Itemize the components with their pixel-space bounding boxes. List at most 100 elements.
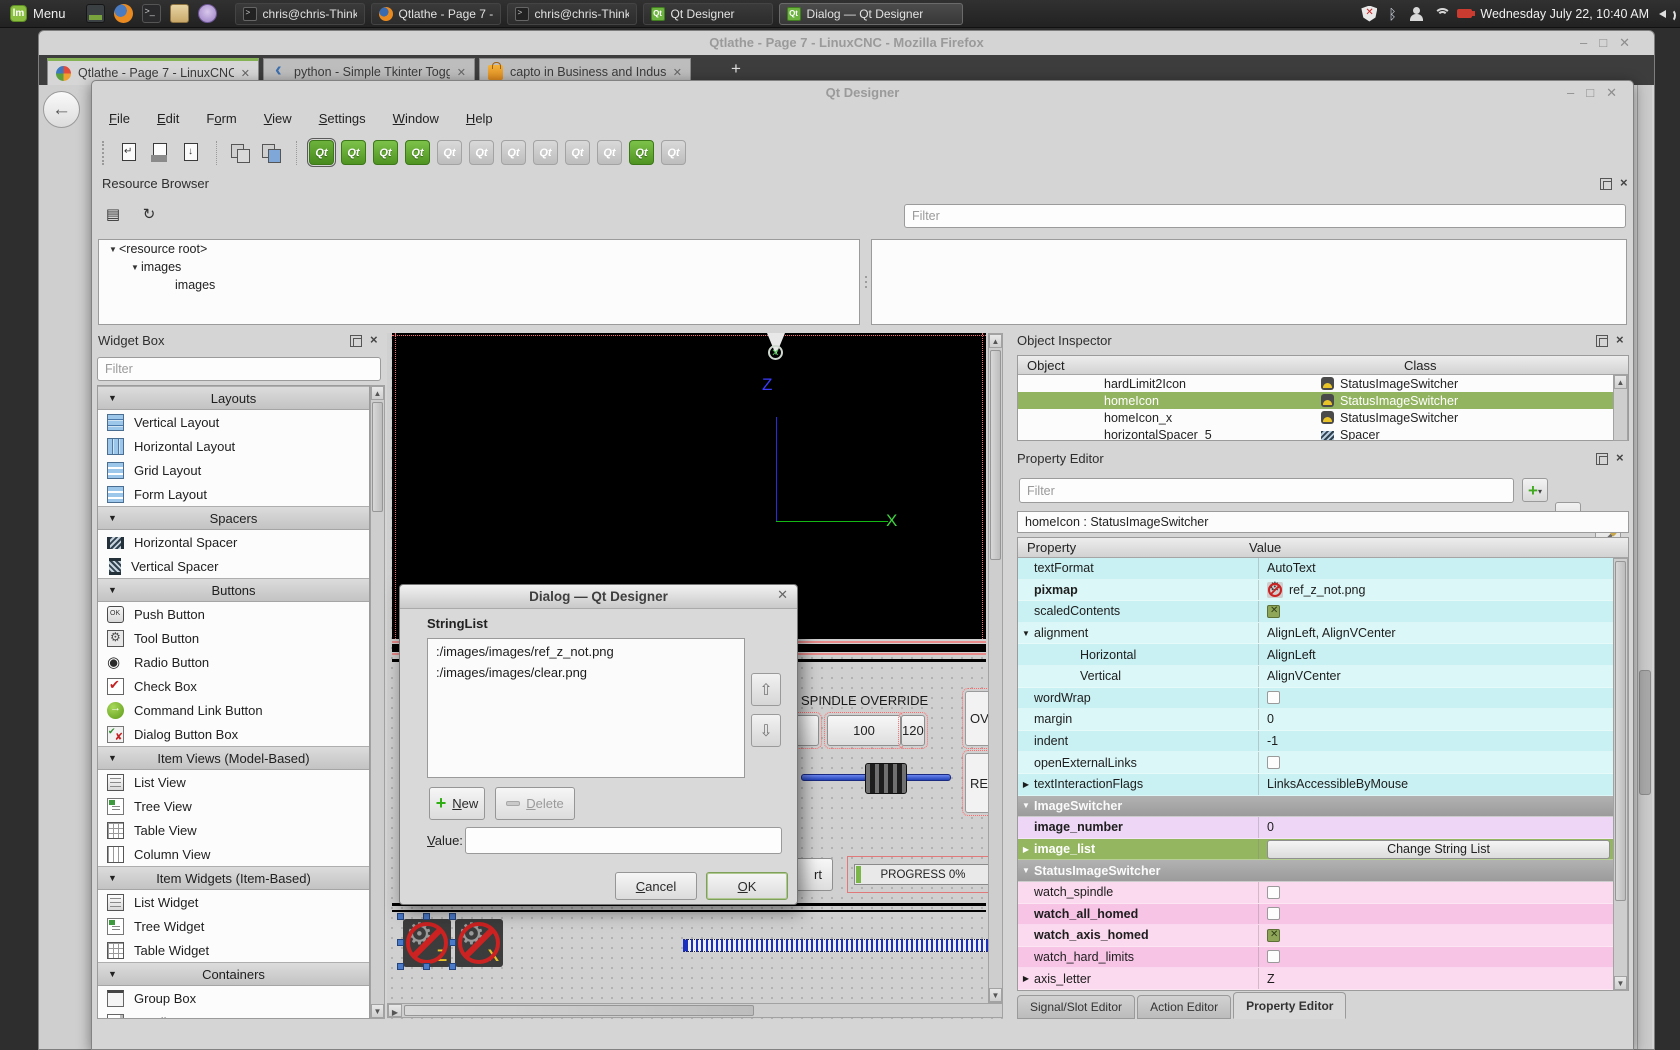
tray-icon[interactable] — [1361, 6, 1377, 22]
scrollbar-thumb[interactable] — [404, 1005, 754, 1016]
widget-box-row[interactable]: ▼ Column View — [98, 842, 369, 866]
widget-box-row[interactable]: ▼ Grid Layout — [98, 458, 369, 482]
property-row[interactable]: watch_axis_homed — [1018, 925, 1628, 947]
menu-item[interactable]: Settings — [319, 111, 366, 126]
column-header-property[interactable]: Property — [1018, 540, 1249, 555]
widget-box-row[interactable]: ▼ List Widget — [98, 890, 369, 914]
scrollbar-thumb[interactable] — [1639, 670, 1651, 795]
new-tab-button[interactable]: + — [731, 59, 741, 79]
override-button[interactable]: 100 — [827, 715, 901, 746]
float-dock-icon[interactable] — [1596, 335, 1608, 347]
property-row[interactable]: Vertical AlignVCenter AlignVCenter — [1018, 666, 1628, 688]
resource-tree-row[interactable]: ▼ images — [99, 258, 859, 276]
scroll-up-arrow[interactable]: ▲ — [989, 334, 1002, 348]
widget-box-row[interactable]: ▼ Push Button — [98, 602, 369, 626]
chevron-down-icon[interactable]: ▼ — [108, 513, 117, 523]
widget-box-row[interactable]: ▼ Check Box — [98, 674, 369, 698]
widget-box-row[interactable]: ▼ Vertical Spacer — [98, 554, 369, 578]
widget-box-row[interactable]: ▼ Item Widgets (Item-Based) — [98, 866, 369, 890]
move-up-button[interactable]: ⇧ — [751, 673, 781, 706]
tray-icon[interactable] — [1433, 6, 1449, 22]
resource-filter-input[interactable]: Filter — [904, 204, 1626, 228]
value-checkbox[interactable] — [1267, 950, 1280, 963]
float-dock-icon[interactable] — [1596, 453, 1608, 465]
widget-box-row[interactable]: ▼ Horizontal Spacer — [98, 530, 369, 554]
scroll-up-arrow[interactable]: ▲ — [371, 386, 384, 400]
firefox-scrollbar[interactable] — [1637, 85, 1652, 1049]
change-string-list-button[interactable]: Change String List — [1267, 840, 1610, 859]
add-dynamic-property-button[interactable]: + — [1522, 478, 1548, 502]
value-input[interactable] — [465, 827, 782, 854]
property-row[interactable]: textFormat AutoText AutoText — [1018, 558, 1628, 580]
taskbar-window-button[interactable]: Qtlathe - Page 7 - Lin... — [371, 3, 501, 25]
expand-arrow-icon[interactable] — [1018, 845, 1034, 854]
scrollbar-thumb[interactable] — [990, 350, 1001, 560]
property-row[interactable]: wordWrap — [1018, 688, 1628, 710]
maximize-icon[interactable]: □ — [1599, 35, 1607, 51]
qt-tool-button[interactable]: Qt — [341, 140, 366, 165]
widget-box-row[interactable]: ▼ Table Widget — [98, 938, 369, 962]
widget-box-row[interactable]: ▼ Layouts — [98, 386, 369, 410]
toolbar-handle[interactable] — [102, 141, 107, 165]
clock[interactable]: Wednesday July 22, 10:40 AM — [1480, 7, 1649, 21]
expand-arrow-icon[interactable] — [1018, 866, 1034, 875]
stringlist-box[interactable]: :/images/images/ref_z_not.png:/images/im… — [427, 638, 745, 778]
new-form-icon[interactable] — [118, 141, 142, 165]
menu-button[interactable]: lm Menu — [0, 0, 76, 28]
float-dock-icon[interactable] — [350, 335, 362, 347]
form-vertical-scrollbar[interactable]: ▲ ▼ — [988, 333, 1003, 1003]
value-checkbox[interactable] — [1267, 886, 1280, 899]
ref-x-not-image[interactable]: ⚙ X — [455, 919, 503, 967]
scroll-down-arrow[interactable]: ▼ — [371, 1004, 384, 1018]
selection-handle[interactable] — [449, 913, 456, 920]
preview-icon[interactable] — [260, 141, 284, 165]
widget-box-row[interactable]: ▼ List View — [98, 770, 369, 794]
quick-launch-icon[interactable] — [114, 4, 133, 23]
property-row[interactable]: alignment AlignLeft, AlignVCenter AlignL… — [1018, 623, 1628, 645]
delete-button[interactable]: Delete — [495, 787, 575, 820]
qt-tool-button[interactable]: Qt — [501, 140, 526, 165]
close-icon[interactable]: ✕ — [777, 587, 788, 603]
tab-close-icon[interactable]: ✕ — [241, 67, 250, 80]
property-row[interactable]: image_list Change String List Change Str… — [1018, 839, 1628, 861]
property-row[interactable]: margin 0 0 — [1018, 709, 1628, 731]
widget-box-row[interactable]: ▼ Form Layout — [98, 482, 369, 506]
property-row[interactable]: watch_all_homed — [1018, 904, 1628, 926]
close-dock-icon[interactable] — [369, 335, 381, 347]
expand-arrow-icon[interactable] — [1018, 974, 1034, 983]
selection-handle[interactable] — [397, 913, 404, 920]
maximize-icon[interactable]: □ — [1586, 85, 1594, 101]
selection-handle[interactable] — [397, 939, 404, 946]
chevron-down-icon[interactable]: ▼ — [107, 245, 119, 254]
qt-tool-button[interactable]: Qt — [597, 140, 622, 165]
tray-icon[interactable] — [1409, 6, 1425, 22]
menu-item[interactable]: Edit — [157, 111, 179, 126]
qt-tool-button[interactable]: Qt — [661, 140, 686, 165]
float-dock-icon[interactable] — [1600, 178, 1612, 190]
object-inspector-row[interactable]: homeIcon_x StatusImageSwitcher — [1018, 409, 1628, 426]
value-checkbox[interactable] — [1267, 691, 1280, 704]
widget-box-row[interactable]: ▼ Spacers — [98, 506, 369, 530]
widget-box-filter-input[interactable]: Filter — [97, 357, 381, 381]
scrollbar-thumb[interactable] — [372, 402, 383, 512]
widget-box-row[interactable]: ▼ Table View — [98, 818, 369, 842]
column-header-object[interactable]: Object — [1018, 358, 1404, 373]
chevron-down-icon[interactable]: ▼ — [108, 393, 117, 403]
widget-box-row[interactable]: ▼ Containers — [98, 962, 369, 986]
quick-launch-icon[interactable] — [198, 4, 217, 23]
form-horizontal-scrollbar[interactable]: ◀ ▶ — [387, 1003, 1003, 1018]
back-button[interactable]: ← — [43, 91, 80, 128]
resource-tree-row[interactable]: ▼ <resource root> — [99, 240, 859, 258]
property-row[interactable]: axis_letter Z Z — [1018, 968, 1628, 990]
qt-tool-button[interactable]: Qt — [565, 140, 590, 165]
close-icon[interactable]: ✕ — [1606, 85, 1617, 101]
menu-item[interactable]: Window — [393, 111, 439, 126]
scroll-down-arrow[interactable]: ▼ — [1614, 976, 1627, 990]
new-button[interactable]: + New — [429, 787, 485, 820]
taskbar-window-button[interactable]: Qt Designer — [643, 3, 773, 25]
expand-arrow-icon[interactable] — [1018, 780, 1034, 789]
qt-tool-button[interactable]: Qt — [405, 140, 430, 165]
open-form-icon[interactable] — [149, 141, 173, 165]
qt-tool-button[interactable]: Qt — [469, 140, 494, 165]
widget-box-row[interactable]: ▼ Group Box — [98, 986, 369, 1010]
